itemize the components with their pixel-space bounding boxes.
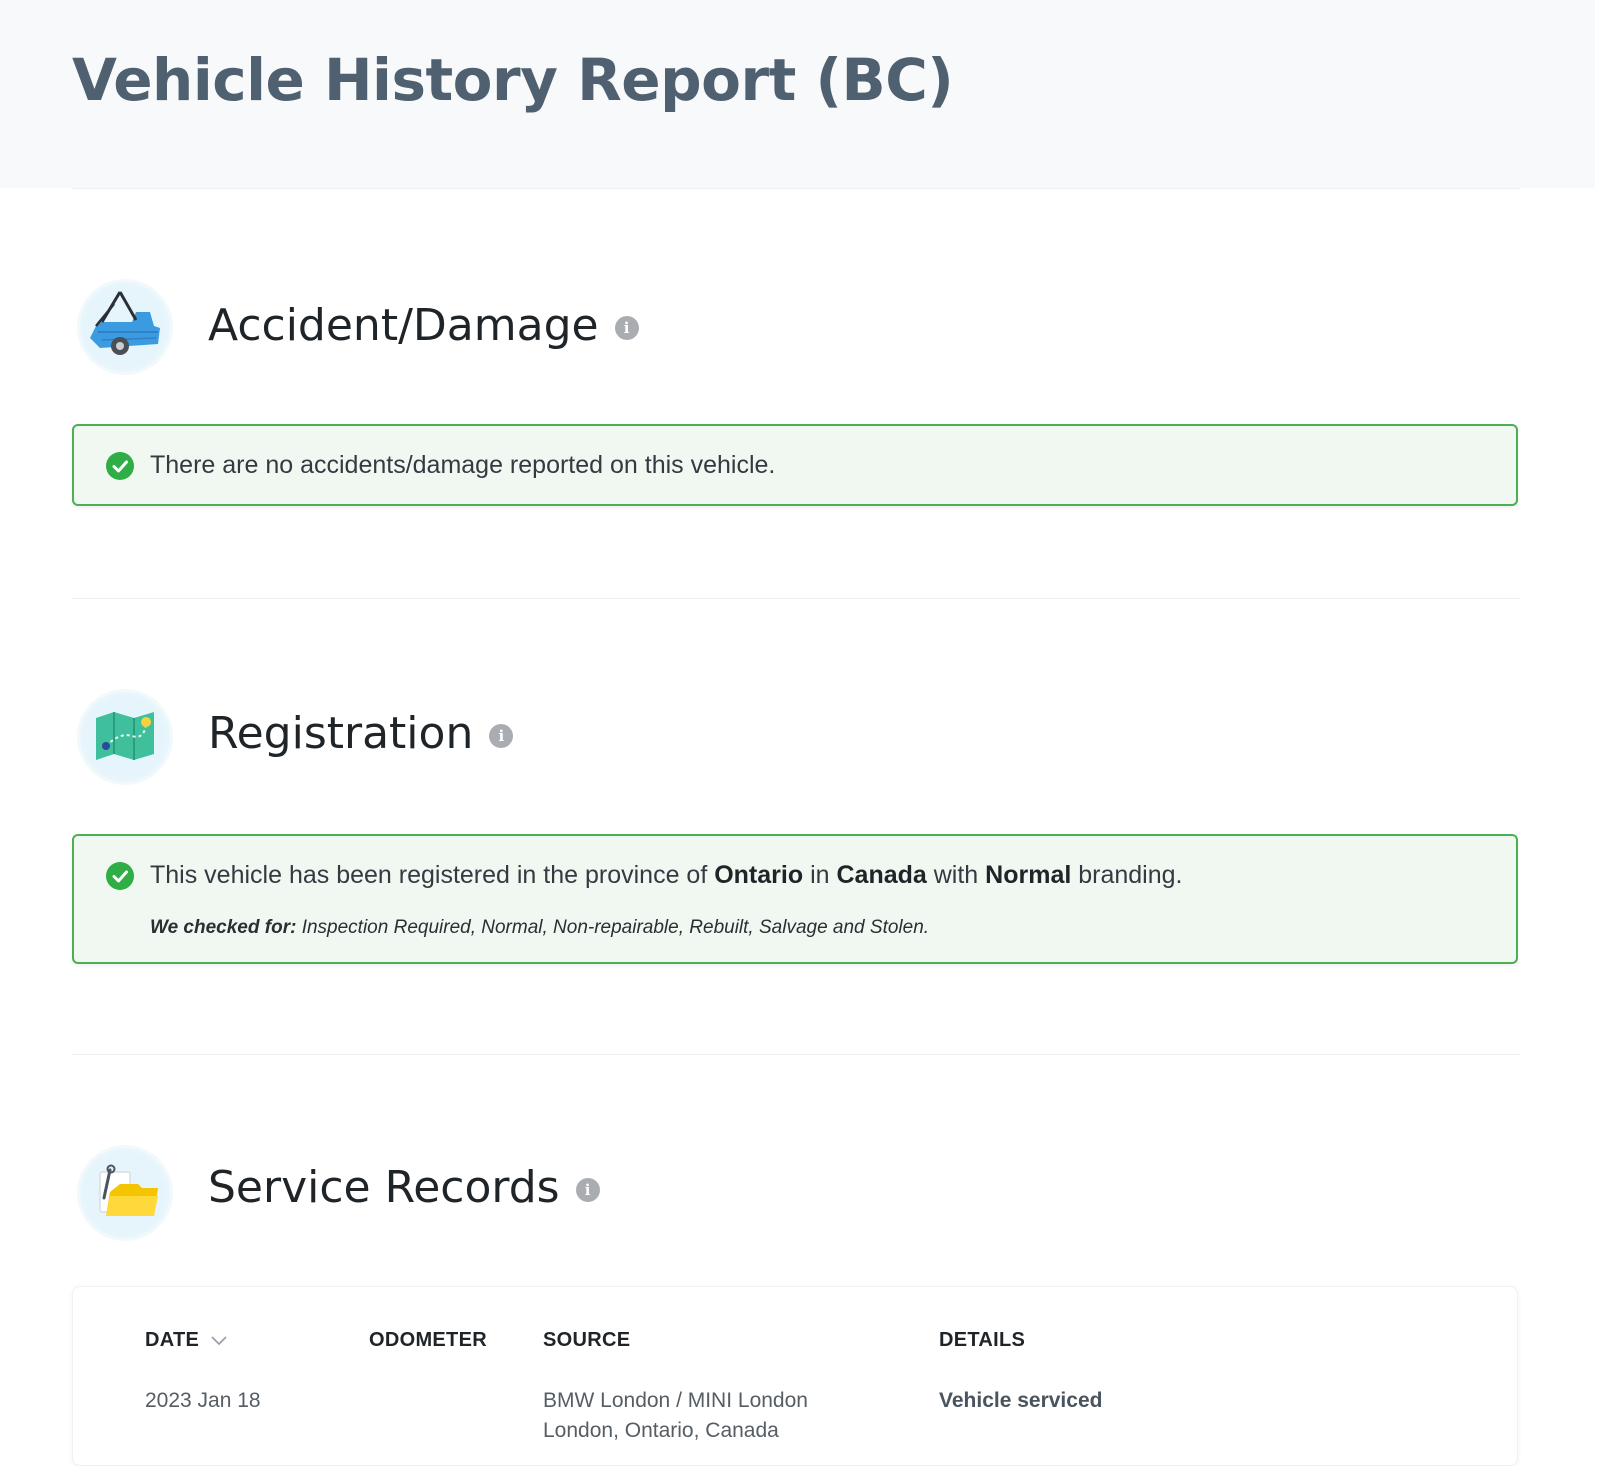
checked-list: Inspection Required, Normal, Non-repaira… <box>296 917 930 938</box>
accident-section-title: Accident/Damage i <box>208 300 639 351</box>
info-icon[interactable]: i <box>614 315 639 340</box>
section-divider <box>72 598 1520 599</box>
page-title: Vehicle History Report (BC) <box>72 46 954 114</box>
accident-status-alert: There are no accidents/damage reported o… <box>72 424 1518 506</box>
column-header-date[interactable]: DATE <box>145 1329 227 1352</box>
info-icon[interactable]: i <box>489 723 514 748</box>
registration-status-alert: This vehicle has been registered in the … <box>72 834 1518 964</box>
registration-status-text: This vehicle has been registered in the … <box>150 861 1183 890</box>
column-header-details: DETAILS <box>939 1329 1026 1351</box>
accident-title-text: Accident/Damage <box>208 300 599 351</box>
registration-section-title: Registration i <box>208 708 514 759</box>
registration-text-suffix: branding. <box>1071 861 1183 889</box>
registration-text-mid2: with <box>926 861 986 889</box>
folder-wrench-icon <box>80 1148 170 1238</box>
registration-branding: Normal <box>985 861 1072 889</box>
column-header-source: SOURCE <box>543 1329 631 1351</box>
map-icon <box>80 692 170 782</box>
check-circle-icon <box>106 452 134 480</box>
service-section-title: Service Records i <box>208 1162 600 1213</box>
section-divider <box>72 1054 1520 1055</box>
accident-status-text: There are no accidents/damage reported o… <box>150 451 776 479</box>
column-header-odometer: ODOMETER <box>369 1329 487 1351</box>
checked-label: We checked for: <box>150 917 297 938</box>
info-icon[interactable]: i <box>575 1177 600 1202</box>
chevron-down-icon[interactable] <box>211 1329 227 1352</box>
page-header: Vehicle History Report (BC) <box>0 0 1595 188</box>
registration-title-text: Registration <box>208 708 474 759</box>
registration-text-prefix: This vehicle has been registered in the … <box>150 861 715 889</box>
registration-text-mid1: in <box>803 861 837 889</box>
header-divider <box>72 188 1520 189</box>
registration-checked-note: We checked for: Inspection Required, Nor… <box>150 917 929 939</box>
date-header-label: DATE <box>145 1329 200 1351</box>
registration-country: Canada <box>836 861 927 889</box>
row-source-line1: BMW London / MINI London <box>543 1389 808 1412</box>
row-details: Vehicle serviced <box>939 1389 1103 1412</box>
tow-truck-icon <box>80 282 170 372</box>
check-circle-icon <box>106 862 134 890</box>
row-source-line2: London, Ontario, Canada <box>543 1419 779 1442</box>
registration-province: Ontario <box>714 861 804 889</box>
row-date: 2023 Jan 18 <box>145 1389 261 1412</box>
service-title-text: Service Records <box>208 1162 560 1213</box>
service-records-table: DATE ODOMETER SOURCE DETAILS 2023 Jan 18… <box>72 1286 1518 1466</box>
